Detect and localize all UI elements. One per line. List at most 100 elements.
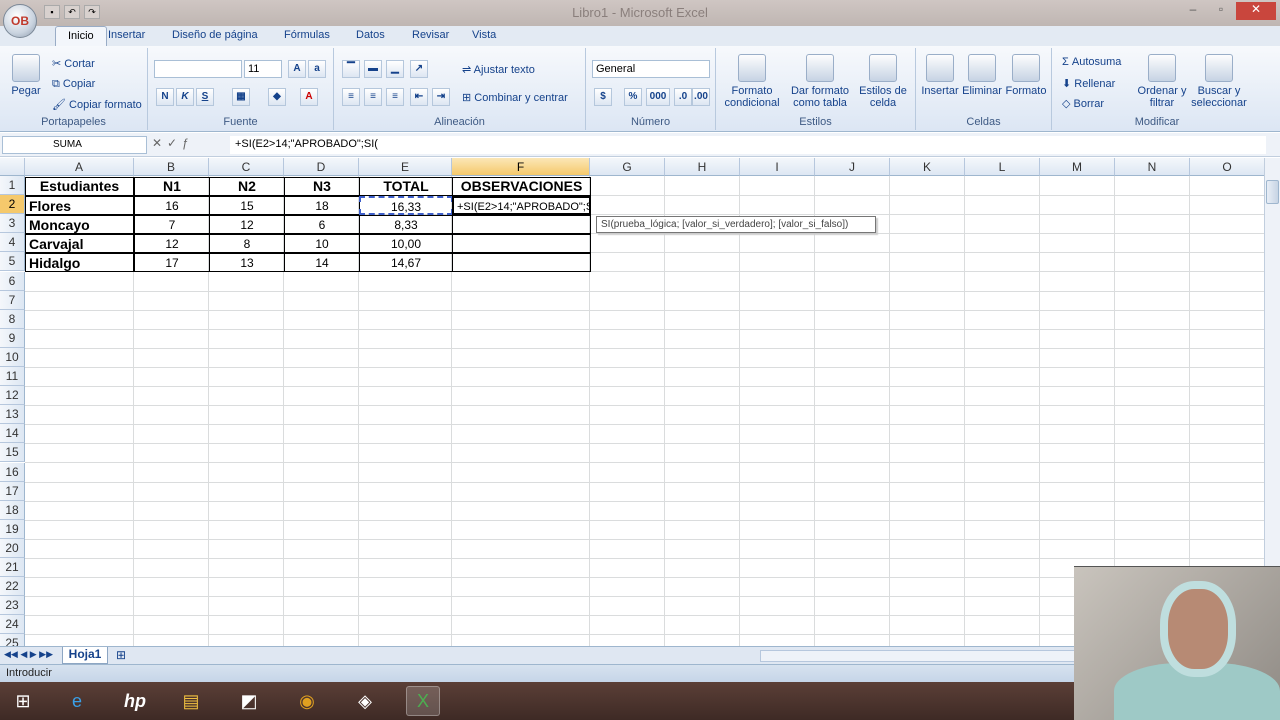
save-icon[interactable]: ▪ [44,5,60,19]
column-header-F[interactable]: F [452,158,590,176]
row-header-18[interactable]: 18 [0,500,25,520]
row-header-15[interactable]: 15 [0,443,25,463]
cell-A2[interactable]: Flores [25,196,134,216]
cell-F2[interactable]: +SI(E2>14;"APROBADO";SI( [452,196,591,216]
italic-button[interactable]: K [176,88,194,106]
column-header-D[interactable]: D [284,158,359,176]
cell-F5[interactable] [452,253,591,273]
cell-B3[interactable]: 7 [134,215,210,235]
column-header-M[interactable]: M [1040,158,1115,176]
column-header-C[interactable]: C [209,158,284,176]
row-header-10[interactable]: 10 [0,347,25,367]
tab-formulas[interactable]: Fórmulas [284,29,330,41]
hp-icon[interactable]: hp [118,686,152,716]
sheet-nav-icons[interactable]: ◀◀ ◀ ▶ ▶▶ [4,649,53,660]
row-header-3[interactable]: 3 [0,214,25,234]
header-n1[interactable]: N1 [134,177,210,196]
tool-icon[interactable]: ◈ [348,686,382,716]
column-header-L[interactable]: L [965,158,1040,176]
font-color-icon[interactable]: A [300,88,318,106]
font-name-input[interactable] [154,60,242,78]
column-header-G[interactable]: G [590,158,665,176]
grow-font-button[interactable]: A [288,60,306,78]
cell-B2[interactable]: 16 [134,196,210,216]
cell-styles-button[interactable]: Estilos de celda [856,54,910,109]
column-header-K[interactable]: K [890,158,965,176]
format-painter-button[interactable]: 🖌 Copiar formato [52,98,142,111]
sheet-tab-hoja1[interactable]: Hoja1 [62,647,108,664]
tab-datos[interactable]: Datos [356,29,385,41]
align-bottom-icon[interactable]: ▁ [386,60,404,78]
cell-C3[interactable]: 12 [209,215,285,235]
row-header-19[interactable]: 19 [0,519,25,539]
app-icon[interactable]: ◩ [232,686,266,716]
align-center-icon[interactable]: ≡ [364,88,382,106]
column-header-E[interactable]: E [359,158,452,176]
percent-button[interactable]: % [624,88,642,106]
formula-buttons[interactable]: ✕✓ƒ [152,136,228,154]
cell-D4[interactable]: 10 [284,234,360,254]
autosum-button[interactable]: Σ Autosuma [1062,56,1121,68]
cell-C5[interactable]: 13 [209,253,285,273]
number-format-select[interactable]: General [592,60,710,78]
column-header-B[interactable]: B [134,158,209,176]
delete-cells-button[interactable]: Eliminar [960,54,1004,97]
formula-input[interactable]: +SI(E2>14;"APROBADO";SI( [230,136,1266,154]
conditional-format-button[interactable]: Formato condicional [722,54,782,109]
row-header-7[interactable]: 7 [0,290,25,310]
paste-button[interactable]: Pegar [8,54,44,97]
tab-diseno-pagina[interactable]: Diseño de página [172,29,258,41]
cell-B5[interactable]: 17 [134,253,210,273]
currency-button[interactable]: $ [594,88,612,106]
row-header-4[interactable]: 4 [0,233,25,253]
row-header-24[interactable]: 24 [0,615,25,635]
row-header-6[interactable]: 6 [0,271,25,291]
row-header-9[interactable]: 9 [0,328,25,348]
undo-icon[interactable]: ↶ [64,5,80,19]
name-box[interactable]: SUMA [2,136,147,154]
decrease-indent-icon[interactable]: ⇤ [410,88,428,106]
row-header-12[interactable]: 12 [0,386,25,406]
redo-icon[interactable]: ↷ [84,5,100,19]
column-header-J[interactable]: J [815,158,890,176]
select-all-corner[interactable] [0,158,25,176]
row-header-1[interactable]: 1 [0,176,25,195]
cell-F4[interactable] [452,234,591,254]
cell-E4[interactable]: 10,00 [359,234,453,254]
row-header-16[interactable]: 16 [0,462,25,482]
shrink-font-button[interactable]: a [308,60,326,78]
tab-vista[interactable]: Vista [472,29,496,41]
header-observaciones[interactable]: OBSERVACIONES [452,177,591,196]
fill-color-icon[interactable]: ◆ [268,88,286,106]
cell-C4[interactable]: 8 [209,234,285,254]
column-header-N[interactable]: N [1115,158,1190,176]
header-n3[interactable]: N3 [284,177,360,196]
tab-inicio[interactable]: Inicio [55,26,107,47]
copy-button[interactable]: ⧉ Copiar [52,78,95,91]
sort-filter-button[interactable]: Ordenar y filtrar [1136,54,1188,109]
cell-D2[interactable]: 18 [284,196,360,216]
row-header-25[interactable]: 25 [0,634,25,646]
align-middle-icon[interactable]: ▬ [364,60,382,78]
row-header-11[interactable]: 11 [0,367,25,386]
excel-icon[interactable]: X [406,686,440,716]
cell-E2[interactable]: 16,33 [359,196,453,216]
fill-button[interactable]: ⬇ Rellenar [1062,77,1115,90]
column-header-I[interactable]: I [740,158,815,176]
cell-D5[interactable]: 14 [284,253,360,273]
row-header-5[interactable]: 5 [0,252,25,272]
cell-C2[interactable]: 15 [209,196,285,216]
cell-D3[interactable]: 6 [284,215,360,235]
font-size-input[interactable]: 11 [244,60,282,78]
header-total[interactable]: TOTAL [359,177,453,196]
borders-icon[interactable]: ▦ [232,88,250,106]
column-header-H[interactable]: H [665,158,740,176]
cell-B4[interactable]: 12 [134,234,210,254]
row-header-8[interactable]: 8 [0,309,25,329]
tab-insertar[interactable]: Insertar [108,29,145,41]
column-header-A[interactable]: A [25,158,134,176]
format-as-table-button[interactable]: Dar formato como tabla [788,54,852,109]
row-header-14[interactable]: 14 [0,424,25,444]
thousands-button[interactable]: 000 [646,88,670,106]
new-sheet-icon[interactable]: ⊞ [116,648,126,662]
